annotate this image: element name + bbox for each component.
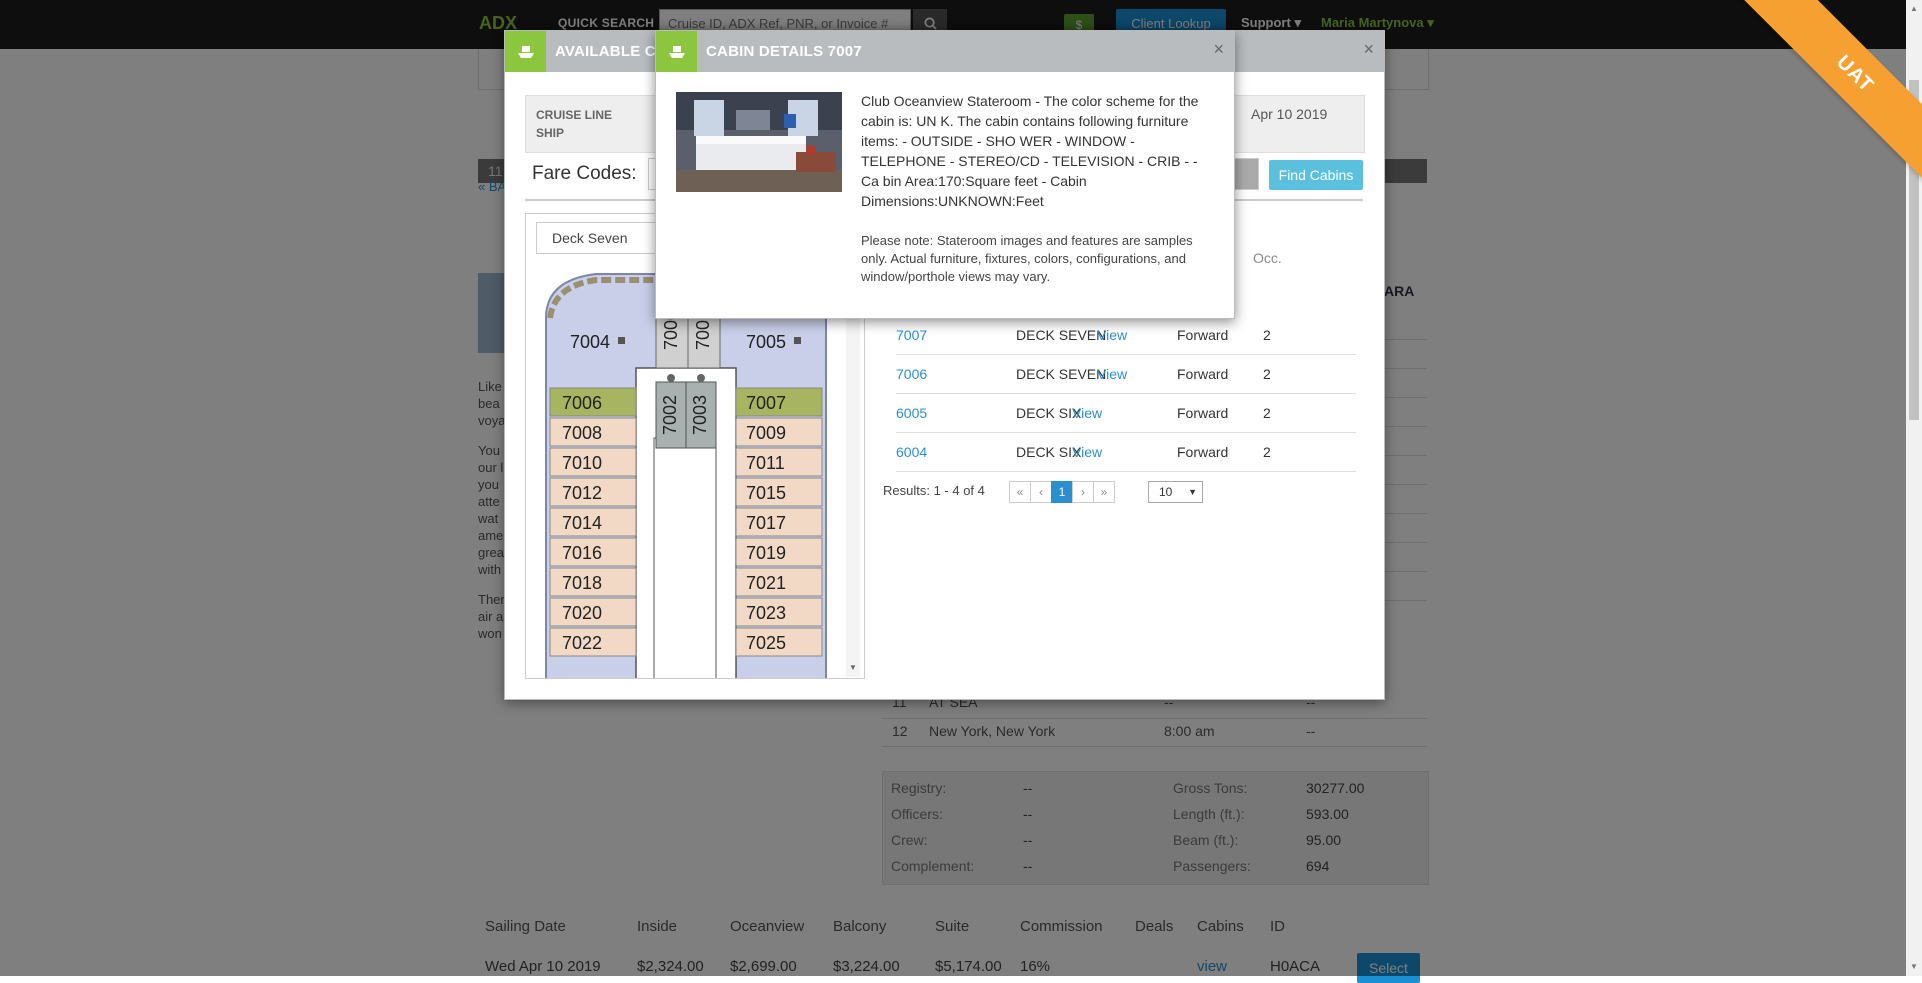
sailing-date: Apr 10 2019 <box>1251 106 1328 122</box>
deck-name: DECK SEVEN <box>1016 327 1107 343</box>
cabin-marker <box>697 374 705 382</box>
cabin-location: Forward <box>1177 405 1229 421</box>
close-icon[interactable]: × <box>1363 39 1374 60</box>
pagination: « ‹ 1 › » <box>1009 481 1115 503</box>
cabin-label: 7002 <box>660 395 680 435</box>
per-page-select[interactable]: 10 ▼ <box>1148 481 1203 503</box>
cabin-label: 7017 <box>746 513 786 533</box>
ship-label: SHIP <box>536 126 565 140</box>
cabin-label: 7025 <box>746 633 786 653</box>
cabin-label: 7012 <box>562 483 602 503</box>
close-icon[interactable]: × <box>1213 39 1224 60</box>
cabin-label: 7023 <box>746 603 786 623</box>
cabin-description: Club Oceanview Stateroom - The color sch… <box>861 93 1199 209</box>
cabin-label: 7019 <box>746 543 786 563</box>
cabin-occ: 2 <box>1263 405 1271 421</box>
cabin-number-link[interactable]: 7006 <box>896 366 927 382</box>
occ-header: Occ. <box>1253 250 1282 266</box>
caret-down-icon: ▼ <box>1188 487 1197 497</box>
cabin-label: 7015 <box>746 483 786 503</box>
first-page-button[interactable]: « <box>1009 481 1031 503</box>
cabin-location: Forward <box>1177 444 1229 460</box>
stateroom-photo <box>676 92 842 192</box>
deck-name: DECK SEVEN <box>1016 366 1107 382</box>
results-count: Results: 1 - 4 of 4 <box>883 483 985 498</box>
modal-header: CABIN DETAILS 7007 × <box>656 31 1234 72</box>
cabin-location: Forward <box>1177 366 1229 382</box>
deck-corridor-inner <box>653 437 717 678</box>
cabin-label: 7004 <box>570 332 610 352</box>
cabin-label: 7006 <box>562 393 602 413</box>
cabin-row: 6005 DECK SIX View Forward 2 <box>896 394 1356 433</box>
view-link[interactable]: View <box>1097 327 1127 343</box>
view-link[interactable]: View <box>1072 405 1102 421</box>
deck-scrollbar[interactable]: ▲ ▼ <box>846 259 860 677</box>
cabin-label: 7009 <box>746 423 786 443</box>
view-link[interactable]: View <box>1072 444 1102 460</box>
cabin-label: 7014 <box>562 513 602 533</box>
cabin-occ: 2 <box>1263 327 1271 343</box>
cabin-label: 7011 <box>746 453 785 473</box>
cabin-occ: 2 <box>1263 366 1271 382</box>
cabin-label: 7016 <box>562 543 602 563</box>
page-1-button[interactable]: 1 <box>1051 481 1073 503</box>
cabin-label: 7008 <box>562 423 602 443</box>
scroll-down-icon[interactable]: ▼ <box>1910 962 1918 971</box>
cabin-label: 7003 <box>690 395 710 435</box>
cabin-row: 6004 DECK SIX View Forward 2 <box>896 433 1356 472</box>
cabin-row: 7006 DECK SEVEN View Forward 2 <box>896 355 1356 394</box>
fare-codes-label: Fare Codes: <box>532 163 637 184</box>
cabin-label: 7020 <box>562 603 602 623</box>
scroll-up-icon[interactable]: ▲ <box>1910 4 1918 13</box>
cruise-line-label: CRUISE LINE <box>536 108 613 122</box>
ship-icon <box>505 31 546 72</box>
modal-title: AVAILABLE CA <box>555 43 667 60</box>
cabin-number-link[interactable]: 6005 <box>896 405 927 421</box>
modal-title: CABIN DETAILS 7007 <box>706 43 862 60</box>
view-link[interactable]: View <box>1097 366 1127 382</box>
cabin-label: 7005 <box>746 332 786 352</box>
cabin-marker <box>618 337 625 344</box>
cruise-line-labels: CRUISE LINE SHIP <box>536 106 612 142</box>
cabin-label: 7007 <box>746 393 786 413</box>
cabin-label: 7021 <box>746 573 786 593</box>
cabin-marker <box>667 374 675 382</box>
cabin-label: 7022 <box>562 633 602 653</box>
deck-plan[interactable]: 7000 70017004 70057002 70037006 70077008 7009… <box>526 258 846 678</box>
find-cabins-button[interactable]: Find Cabins <box>1269 160 1363 190</box>
cabin-label: 7018 <box>562 573 602 593</box>
cabin-disclaimer: Please note: Stateroom images and featur… <box>861 233 1193 284</box>
cabin-label: 7010 <box>562 453 602 473</box>
cabin-occ: 2 <box>1263 444 1271 460</box>
cabin-location: Forward <box>1177 327 1229 343</box>
cabin-number-link[interactable]: 7007 <box>896 327 927 343</box>
cabin-marker <box>794 337 801 344</box>
prev-page-button[interactable]: ‹ <box>1030 481 1052 503</box>
next-page-button[interactable]: › <box>1072 481 1094 503</box>
cabin-number-link[interactable]: 6004 <box>896 444 927 460</box>
last-page-button[interactable]: » <box>1093 481 1115 503</box>
cabin-details-modal: CABIN DETAILS 7007 × Club Oceanview Stat… <box>655 30 1235 319</box>
scroll-down-icon[interactable]: ▼ <box>849 663 857 672</box>
per-page-value: 10 <box>1159 485 1173 499</box>
cabin-row: 7007 DECK SEVEN View Forward 2 <box>896 316 1356 355</box>
ship-icon <box>656 31 697 72</box>
